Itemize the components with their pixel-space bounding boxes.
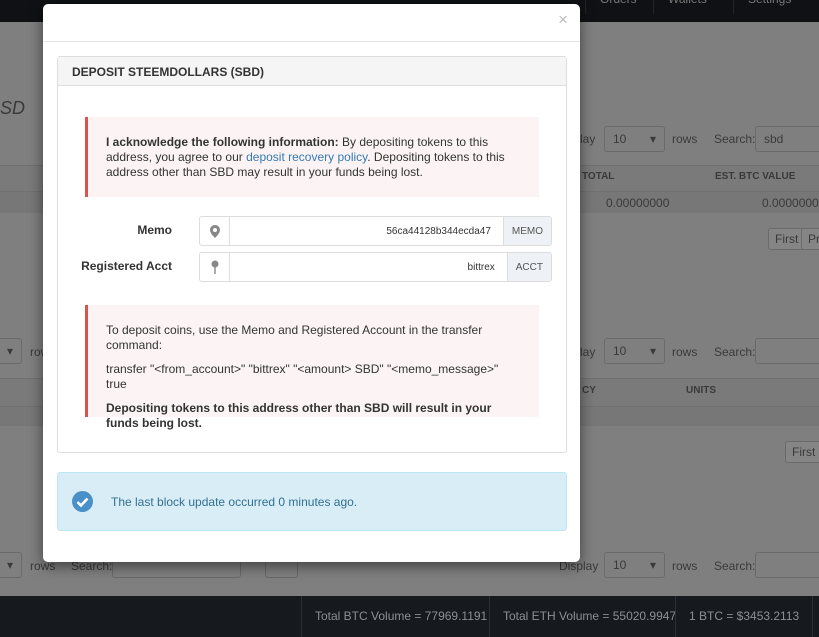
acct-addon: ACCT xyxy=(506,253,551,281)
rows-label: rows xyxy=(672,132,698,146)
search-input[interactable]: sbd xyxy=(755,126,819,152)
deposit-modal: × DEPOSIT STEEMDOLLARS (SBD) I acknowled… xyxy=(43,4,580,562)
display-label: lay xyxy=(580,132,596,146)
block-update-text: The last block update occurred 0 minutes… xyxy=(111,494,358,509)
footer-eth-volume: Total ETH Volume = 55020.9947 xyxy=(489,596,689,637)
rows-label-3: rows xyxy=(672,345,698,359)
cell-btc-value: 0.00000000 xyxy=(762,196,819,210)
check-circle-icon xyxy=(72,491,93,512)
rows-label-5: rows xyxy=(672,559,698,573)
pushpin-icon xyxy=(200,253,230,281)
footer-btc-volume: Total BTC Volume = 77969.1191 xyxy=(301,596,500,637)
memo-addon: MEMO xyxy=(502,217,551,245)
th-currency: CY xyxy=(582,385,596,396)
display-select-3[interactable]: 10 ▾ xyxy=(604,338,665,364)
display-label-3: lay xyxy=(580,345,596,359)
memo-input[interactable] xyxy=(230,217,503,245)
search-label: Search: xyxy=(714,132,756,146)
block-update-alert: The last block update occurred 0 minutes… xyxy=(57,472,567,531)
nav-orders[interactable]: Orders xyxy=(585,0,651,14)
acct-input[interactable] xyxy=(230,253,507,281)
memo-label: Memo xyxy=(137,223,172,237)
ack-bold: I acknowledge the following information: xyxy=(106,135,339,149)
map-marker-icon xyxy=(200,217,230,245)
close-icon[interactable]: × xyxy=(558,10,568,30)
transfer-command: transfer "<from_account>" "bittrex" "<am… xyxy=(106,362,499,391)
footer-btc-price: 1 BTC = $3453.2113 xyxy=(675,596,814,637)
modal-header: × xyxy=(43,4,580,42)
display-select[interactable]: 10 ▾ xyxy=(604,126,665,152)
search-label-3: Search: xyxy=(714,345,756,359)
display-select-5[interactable]: 10 ▾ xyxy=(604,552,665,578)
acct-group: ACCT xyxy=(199,252,552,282)
panel-title: DEPOSIT STEEMDOLLARS (SBD) xyxy=(58,57,566,86)
prev-button[interactable]: Pr xyxy=(801,228,819,250)
search-input-3[interactable] xyxy=(755,338,819,364)
deposit-panel: DEPOSIT STEEMDOLLARS (SBD) I acknowledge… xyxy=(57,56,567,453)
nav-wallets[interactable]: Wallets xyxy=(653,0,721,14)
search-label-5: Search: xyxy=(714,559,756,573)
first-button-2[interactable]: First xyxy=(785,441,819,463)
cell-total: 0.00000000 xyxy=(606,196,670,210)
display-select-4[interactable]: ▾ xyxy=(0,552,22,578)
registered-acct-label: Registered Acct xyxy=(81,259,172,273)
instructions-text: To deposit coins, use the Memo and Regis… xyxy=(106,323,483,352)
th-units: UNITS xyxy=(686,385,716,396)
acknowledge-alert: I acknowledge the following information:… xyxy=(85,117,539,197)
instructions-alert: To deposit coins, use the Memo and Regis… xyxy=(85,305,539,430)
page-title: SD xyxy=(0,98,26,118)
th-btc-value: EST. BTC VALUE xyxy=(715,171,796,182)
memo-group: MEMO xyxy=(199,216,552,246)
display-select-2[interactable]: ▾ xyxy=(0,338,22,364)
deposit-recovery-policy-link[interactable]: deposit recovery policy xyxy=(246,150,367,164)
warning-text: Depositing tokens to this address other … xyxy=(106,401,492,430)
th-total: TOTAL xyxy=(582,171,615,182)
search-input-5[interactable] xyxy=(755,552,819,578)
nav-settings[interactable]: Settings xyxy=(733,0,805,14)
first-button[interactable]: First xyxy=(768,228,806,250)
